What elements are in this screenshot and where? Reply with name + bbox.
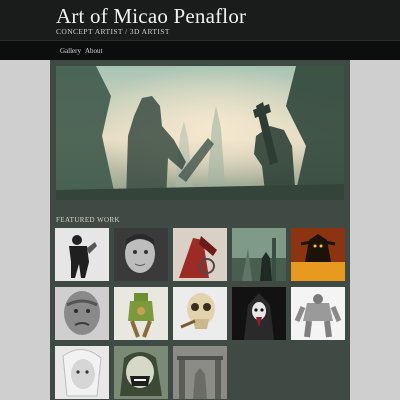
hero-banner-image [56, 66, 344, 200]
featured-thumbnail[interactable] [173, 287, 227, 340]
featured-work-heading: FEATURED WORK [56, 216, 120, 224]
nav-item-gallery[interactable]: Gallery [60, 47, 81, 55]
site-title[interactable]: Art of Micao Penaflor [56, 5, 246, 27]
featured-thumbnail[interactable] [55, 228, 109, 281]
featured-thumbnail[interactable] [55, 287, 109, 340]
featured-thumbnail[interactable] [232, 287, 286, 340]
featured-thumbnail[interactable] [114, 287, 168, 340]
nav-item-about[interactable]: About [85, 47, 103, 55]
featured-thumbnail[interactable] [173, 228, 227, 281]
featured-thumbnail[interactable] [232, 228, 286, 281]
featured-thumbnail[interactable] [114, 346, 168, 399]
main-content: FEATURED WORK [50, 60, 350, 400]
main-nav: Gallery About [0, 40, 400, 60]
featured-thumbnail[interactable] [291, 228, 345, 281]
featured-thumbnail[interactable] [55, 346, 109, 399]
featured-thumbnail[interactable] [291, 287, 345, 340]
site-header: Art of Micao Penaflor CONCEPT ARTIST / 3… [0, 0, 400, 40]
featured-thumbnail[interactable] [114, 228, 168, 281]
site-tagline: CONCEPT ARTIST / 3D ARTIST [56, 27, 170, 36]
featured-thumbnail[interactable] [173, 346, 227, 399]
